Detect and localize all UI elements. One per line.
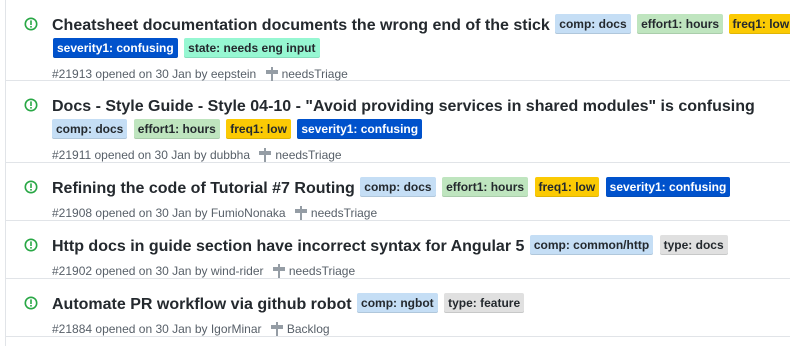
milestone-label: Backlog [286,322,330,336]
milestone-link[interactable]: needsTriage [265,66,348,82]
milestone-link[interactable]: needsTriage [294,205,378,221]
issue-title-line: Http docs in guide section have incorrec… [52,235,790,259]
issue-meta: #21913 opened on 30 Jan by eepstein need… [52,66,790,82]
milestone-icon [265,67,278,81]
issue-title-line: Automate PR workflow via github robot co… [52,293,790,317]
label-effort[interactable]: effort1: hours [637,14,724,34]
issue-row: Http docs in guide section have incorrec… [6,221,790,279]
issue-author-link[interactable]: wind-rider [211,264,264,278]
label-comp[interactable]: comp: docs [555,14,631,34]
milestone-label: needsTriage [288,264,356,278]
issue-title-link[interactable]: Docs - Style Guide - Style 04-10 - "Avoi… [52,98,755,115]
label-freq[interactable]: freq1: low [534,177,600,197]
issue-row: Docs - Style Guide - Style 04-10 - "Avoi… [6,81,790,163]
issue-author-link[interactable]: FumioNonaka [211,206,286,220]
issue-body: Cheatsheet documentation documents the w… [52,14,790,82]
label-freq[interactable]: freq1: low [226,119,291,139]
issue-author-link[interactable]: eepstein [211,67,256,81]
label-severity[interactable]: severity1: confusing [53,38,178,58]
issue-title-line: Docs - Style Guide - Style 04-10 - "Avoi… [52,95,790,143]
issue-body: Automate PR workflow via github robot co… [52,293,790,337]
label-comp[interactable]: comp: docs [52,119,128,139]
issue-title-link[interactable]: Refining the code of Tutorial #7 Routing [52,180,355,197]
issue-number: #21902 [52,264,93,278]
issue-row: Cheatsheet documentation documents the w… [6,0,790,81]
label-comp[interactable]: comp: docs [360,177,436,197]
issue-author-link[interactable]: IgorMinar [211,322,262,336]
issue-title-line: Refining the code of Tutorial #7 Routing… [52,177,790,201]
issue-list: Cheatsheet documentation documents the w… [5,0,790,346]
issue-opened-icon [24,296,38,310]
issue-title-link[interactable]: Cheatsheet documentation documents the w… [52,17,550,34]
milestone-link[interactable]: Backlog [270,321,330,337]
issue-opened-icon [24,238,38,252]
milestone-icon [294,206,307,220]
milestone-icon [272,264,285,278]
issue-number: #21913 [52,67,93,81]
label-comp[interactable]: comp: ngbot [357,293,438,313]
issue-meta: #21902 opened on 30 Jan by wind-rider ne… [52,263,790,279]
issue-row: Automate PR workflow via github robot co… [6,279,790,337]
label-state[interactable]: state: needs eng input [184,38,320,58]
milestone-icon [270,322,283,336]
issue-meta: #21911 opened on 30 Jan by dubbha needsT… [52,147,790,163]
milestone-link[interactable]: needsTriage [259,147,342,163]
label-freq[interactable]: freq1: low [728,14,790,34]
issue-number: #21908 [52,206,93,220]
milestone-label: needsTriage [275,148,342,162]
label-comp[interactable]: comp: common/http [529,235,654,255]
milestone-link[interactable]: needsTriage [272,263,356,279]
label-effort[interactable]: effort1: hours [133,119,220,139]
issue-body: Refining the code of Tutorial #7 Routing… [52,177,790,221]
issue-opened-text: opened on 30 Jan by [95,206,208,220]
label-severity[interactable]: severity1: confusing [605,177,731,197]
issue-opened-text: opened on 30 Jan by [95,264,208,278]
milestone-label: needsTriage [310,206,378,220]
issue-author-link[interactable]: dubbha [210,148,250,162]
milestone-label: needsTriage [281,67,348,81]
label-type[interactable]: type: docs [659,235,728,255]
issue-body: Docs - Style Guide - Style 04-10 - "Avoi… [52,95,790,163]
issue-title-line: Cheatsheet documentation documents the w… [52,14,790,62]
issue-opened-icon [24,98,38,112]
issue-opened-icon [24,180,38,194]
issue-opened-text: opened on 30 Jan by [95,322,208,336]
issue-title-link[interactable]: Http docs in guide section have incorrec… [52,238,524,255]
label-type[interactable]: type: feature [444,293,525,313]
issue-meta: #21908 opened on 30 Jan by FumioNonaka n… [52,205,790,221]
issue-number: #21911 [52,148,92,162]
issue-body: Http docs in guide section have incorrec… [52,235,790,279]
issue-row: Refining the code of Tutorial #7 Routing… [6,163,790,221]
label-effort[interactable]: effort1: hours [442,177,529,197]
issue-number: #21884 [52,322,93,336]
issue-opened-text: opened on 30 Jan by [95,67,208,81]
milestone-icon [259,148,272,162]
issue-meta: #21884 opened on 30 Jan by IgorMinar Bac… [52,321,790,337]
label-severity[interactable]: severity1: confusing [297,119,423,139]
issue-title-link[interactable]: Automate PR workflow via github robot [52,296,352,313]
issue-opened-text: opened on 30 Jan by [94,148,207,162]
issue-opened-icon [24,17,38,31]
